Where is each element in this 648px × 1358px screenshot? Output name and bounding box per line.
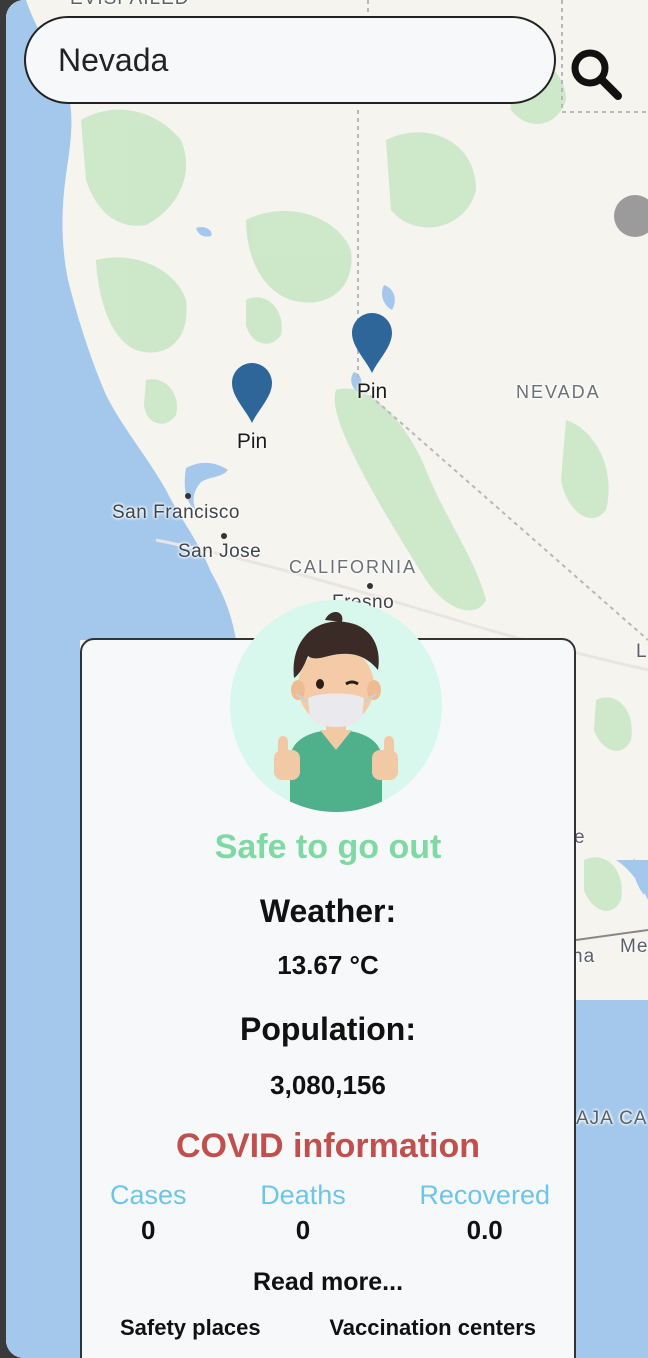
population-heading: Population: [240, 1011, 416, 1047]
search-input[interactable]: Nevada [24, 16, 556, 104]
covid-stat-deaths: Deaths 0 [260, 1180, 346, 1246]
covid-stat-value: 0.0 [466, 1215, 503, 1245]
map-label-top: EVISPAILED [70, 0, 189, 10]
covid-stat-cases: Cases 0 [110, 1180, 187, 1246]
covid-stat-value: 0 [141, 1215, 156, 1245]
covid-stat-label: Cases [110, 1180, 187, 1210]
covid-stat-value: 0 [295, 1215, 311, 1245]
search-input-value: Nevada [58, 41, 169, 78]
location-info-content: Safe to go out Weather: 13.67 °C Populat… [80, 820, 576, 1341]
location-dot[interactable] [614, 195, 648, 237]
search-icon[interactable] [568, 46, 624, 107]
weather-value: 13.67 °C [277, 950, 379, 980]
map-label-edge-l: L [636, 641, 648, 662]
map-label-edge-aja: AJA CA [576, 1108, 648, 1129]
population-value: 3,080,156 [270, 1070, 386, 1100]
safety-places-link[interactable]: Safety places [120, 1315, 261, 1341]
safety-status: Safe to go out [214, 828, 442, 866]
bottom-links: Safety places Vaccination centers [80, 1315, 576, 1341]
map-pin-east[interactable]: Pin [350, 312, 394, 404]
map-pin-label: Pin [236, 430, 268, 453]
masked-person-avatar [230, 600, 442, 812]
covid-stats: Cases 0 Deaths 0 Recovered 0.0 [80, 1180, 576, 1246]
covid-stat-label: Deaths [260, 1180, 346, 1210]
weather-heading: Weather: [259, 893, 397, 929]
covid-stat-recovered: Recovered 0.0 [419, 1180, 550, 1246]
map-label-san-jose: San Jose [178, 541, 262, 562]
map-pin-label: Pin [356, 380, 388, 403]
read-more-link[interactable]: Read more... [80, 1268, 576, 1297]
app-screen: EVISPAILED San Francisco San Jose Fresno… [6, 0, 648, 1358]
map-pin-icon [232, 363, 272, 423]
map-label-nevada: NEVADA [516, 382, 601, 402]
map-label-california: CALIFORNIA [289, 557, 418, 577]
map-pin-icon [352, 313, 392, 373]
map-pin-west[interactable]: Pin [230, 362, 274, 454]
masked-person-thumbs-up-icon [230, 600, 442, 812]
covid-stat-label: Recovered [419, 1180, 550, 1210]
vaccination-centers-link[interactable]: Vaccination centers [329, 1315, 536, 1341]
map-label-san-francisco: San Francisco [112, 502, 240, 523]
map-label-edge-me: Me [620, 936, 648, 957]
covid-info-heading: COVID information [175, 1127, 481, 1165]
